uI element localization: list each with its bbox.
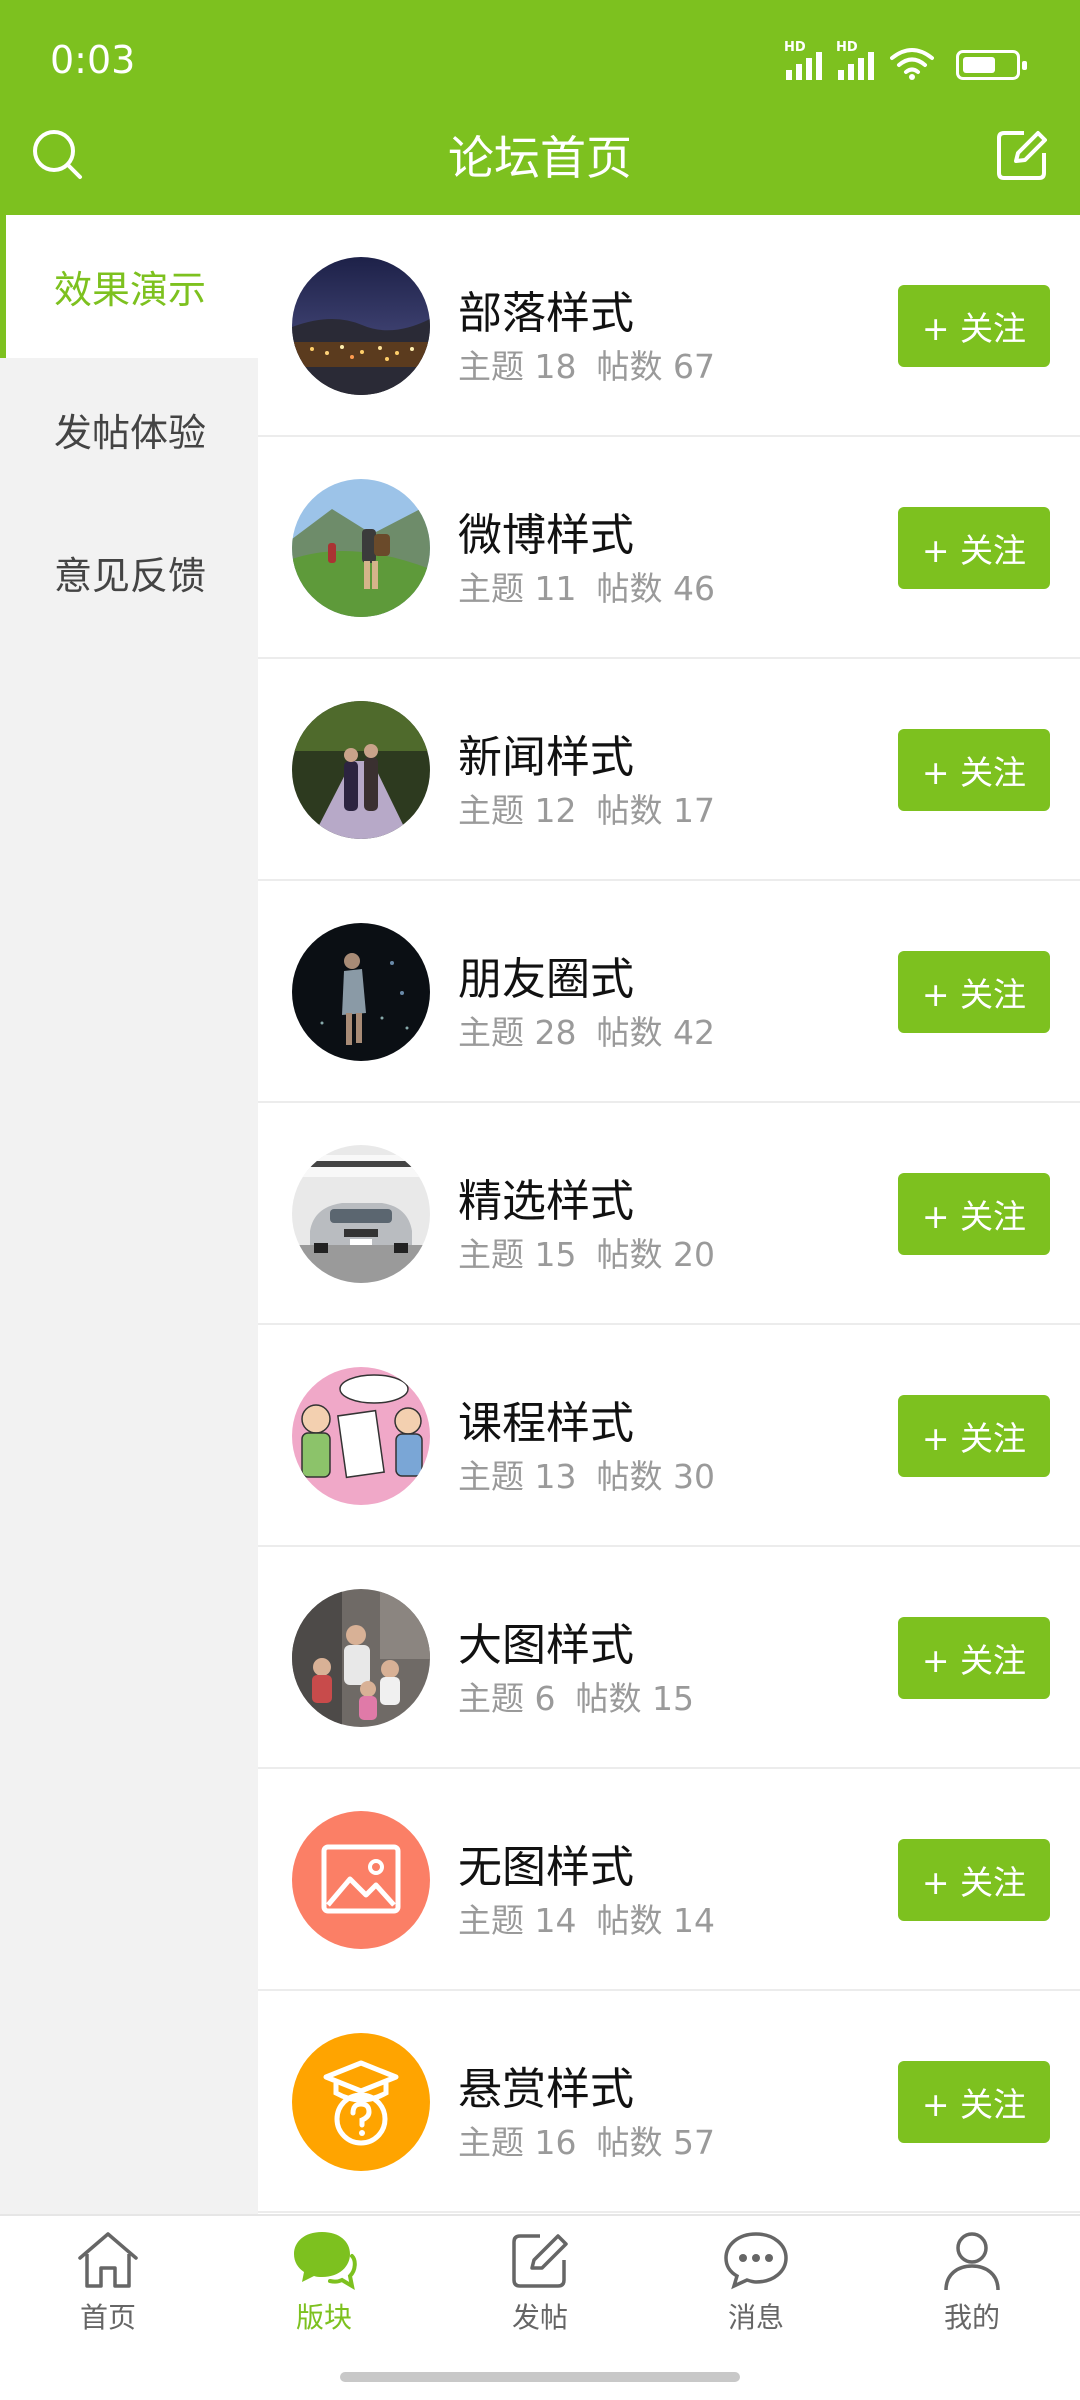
forum-name: 课程样式 <box>458 1398 634 1449</box>
forum-stats: 主题 15 帖数 20 <box>458 1235 715 1274</box>
follow-button[interactable]: + 关注 <box>898 729 1050 811</box>
cartoon-photo <box>292 1367 430 1505</box>
forum-name: 大图样式 <box>458 1620 634 1671</box>
list-item[interactable]: 无图样式 主题 14 帖数 14 + 关注 <box>258 1769 1080 1991</box>
tab-messages[interactable]: 消息 <box>648 2228 864 2358</box>
tab-profile[interactable]: 我的 <box>864 2228 1080 2358</box>
user-icon <box>944 2232 1000 2291</box>
follow-button[interactable]: + 关注 <box>898 951 1050 1033</box>
forum-stats: 主题 16 帖数 57 <box>458 2123 715 2162</box>
hikers-photo <box>292 479 430 617</box>
city-night-photo <box>292 257 430 395</box>
chat-bubbles-icon <box>294 2232 357 2291</box>
forum-name: 部落样式 <box>458 288 634 339</box>
list-item[interactable]: 新闻样式 主题 12 帖数 17 + 关注 <box>258 659 1080 881</box>
compose-button[interactable] <box>994 127 1050 183</box>
forum-list: 部落样式 主题 18 帖数 67 + 关注 微博样式 主题 11 帖数 46 + 关… <box>258 215 1080 2213</box>
forum-name: 新闻样式 <box>458 732 634 783</box>
forum-name: 悬赏样式 <box>458 2064 634 2115</box>
signal-icon: HD <box>836 40 874 80</box>
tab-home[interactable]: 首页 <box>0 2228 216 2358</box>
forum-stats: 主题 28 帖数 42 <box>458 1013 715 1052</box>
follow-button[interactable]: + 关注 <box>898 1617 1050 1699</box>
tab-label: 消息 <box>727 2301 784 2334</box>
list-item[interactable]: 悬赏样式 主题 16 帖数 57 + 关注 <box>258 1991 1080 2213</box>
wifi-icon <box>890 48 934 80</box>
compose-icon <box>512 2234 568 2288</box>
list-item[interactable]: 精选样式 主题 15 帖数 20 + 关注 <box>258 1103 1080 1325</box>
message-icon <box>724 2232 788 2290</box>
car-photo <box>292 1145 430 1283</box>
follow-button[interactable]: + 关注 <box>898 285 1050 367</box>
tab-label: 我的 <box>943 2301 1000 2334</box>
list-item[interactable]: 微博样式 主题 11 帖数 46 + 关注 <box>258 437 1080 659</box>
sidebar-item-post-experience[interactable]: 发帖体验 <box>0 358 258 501</box>
category-sidebar: 效果演示 发帖体验 意见反馈 <box>0 215 258 2214</box>
list-item[interactable]: 朋友圈式 主题 28 帖数 42 + 关注 <box>258 881 1080 1103</box>
app-header: 0:03 HD HD 论坛首页 <box>0 0 1080 215</box>
edit-icon <box>997 131 1047 180</box>
tab-compose[interactable]: 发帖 <box>432 2228 648 2358</box>
follow-button[interactable]: + 关注 <box>898 1839 1050 1921</box>
status-icons: HD HD <box>784 40 1027 80</box>
list-item[interactable]: 课程样式 主题 13 帖数 30 + 关注 <box>258 1325 1080 1547</box>
tab-label: 版块 <box>295 2301 352 2334</box>
forum-name: 朋友圈式 <box>458 954 634 1005</box>
signal-icon: HD <box>784 40 822 80</box>
forum-name: 精选样式 <box>458 1176 634 1227</box>
children-photo <box>292 1589 430 1727</box>
sidebar-item-effect-demo[interactable]: 效果演示 <box>0 215 258 358</box>
forum-name: 微博样式 <box>458 510 634 561</box>
list-item[interactable]: 大图样式 主题 6 帖数 15 + 关注 <box>258 1547 1080 1769</box>
tab-sections[interactable]: 版块 <box>216 2228 432 2358</box>
list-item[interactable]: 部落样式 主题 18 帖数 67 + 关注 <box>258 215 1080 437</box>
forum-name: 无图样式 <box>458 1842 634 1893</box>
home-icon <box>78 2232 138 2288</box>
follow-button[interactable]: + 关注 <box>898 2061 1050 2143</box>
elderly-couple-photo <box>292 701 430 839</box>
follow-button[interactable]: + 关注 <box>898 507 1050 589</box>
forum-stats: 主题 14 帖数 14 <box>458 1901 715 1940</box>
tab-label: 首页 <box>79 2301 136 2334</box>
forum-stats: 主题 6 帖数 15 <box>458 1679 694 1718</box>
dancer-photo <box>292 923 430 1061</box>
forum-stats: 主题 18 帖数 67 <box>458 347 715 386</box>
battery-icon <box>956 50 1027 80</box>
forum-stats: 主题 12 帖数 17 <box>458 791 715 830</box>
status-time: 0:03 <box>50 38 136 82</box>
graduation-question-icon <box>292 2033 430 2171</box>
forum-stats: 主题 13 帖数 30 <box>458 1457 715 1496</box>
sidebar-item-feedback[interactable]: 意见反馈 <box>0 501 258 644</box>
page-title: 论坛首页 <box>448 131 632 185</box>
tab-label: 发帖 <box>511 2301 568 2334</box>
follow-button[interactable]: + 关注 <box>898 1173 1050 1255</box>
forum-stats: 主题 11 帖数 46 <box>458 569 715 608</box>
image-placeholder-icon <box>292 1811 430 1949</box>
follow-button[interactable]: + 关注 <box>898 1395 1050 1477</box>
home-indicator[interactable] <box>340 2372 740 2382</box>
